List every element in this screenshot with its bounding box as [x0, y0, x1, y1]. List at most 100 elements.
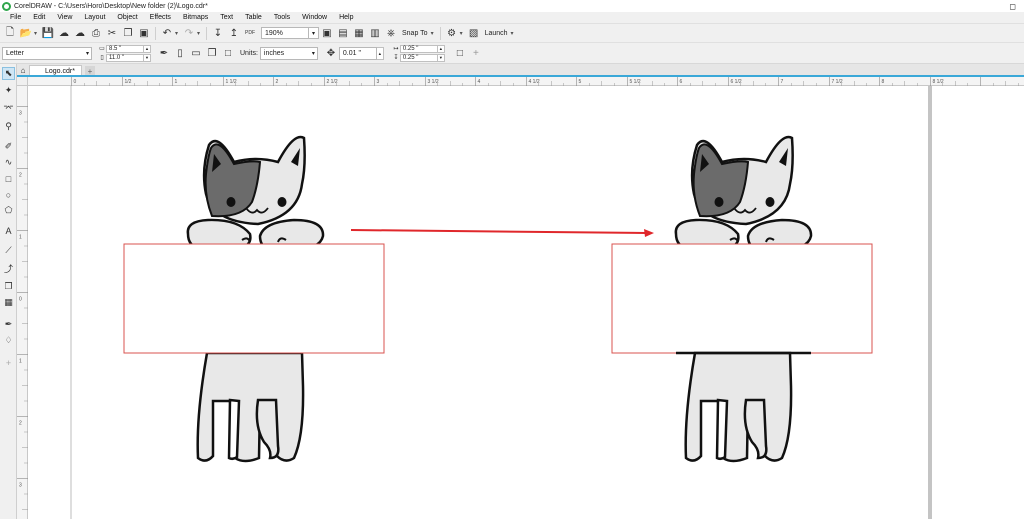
- launch-menu[interactable]: Launch: [485, 30, 508, 37]
- copy-icon[interactable]: ❐: [121, 26, 135, 40]
- cat-sign-frame-right[interactable]: [611, 243, 873, 354]
- crop-tool-icon[interactable]: ⌤: [2, 102, 15, 115]
- horizontal-ruler[interactable]: 0 1/2 1 1 1/2 2 2 1/2 3 3 1/2 4 4 1/2 5 5 1/2 6 6 1/2…: [28, 77, 1024, 86]
- pick-tool-icon[interactable]: ⬉: [2, 67, 15, 80]
- show-guidelines-icon[interactable]: ▥: [368, 26, 382, 40]
- zoom-tool-icon[interactable]: ⚲: [2, 120, 15, 133]
- cat-logo-right[interactable]: [611, 135, 873, 463]
- open-dropdown-icon[interactable]: ▾: [34, 30, 40, 37]
- freehand-tool-icon[interactable]: ✐: [2, 140, 15, 153]
- page-frame-icon[interactable]: □: [453, 46, 467, 60]
- import-icon[interactable]: ↧: [211, 26, 225, 40]
- page-width-input[interactable]: 8.5 ": [106, 44, 144, 53]
- pen-icon[interactable]: ✒: [157, 46, 171, 60]
- toolbar-divider: [206, 26, 207, 40]
- menu-effects[interactable]: Effects: [144, 14, 177, 21]
- connector-tool-icon[interactable]: ⤴: [2, 262, 15, 275]
- export-icon[interactable]: ↥: [227, 26, 241, 40]
- nudge-spinner[interactable]: ▲: [376, 46, 384, 60]
- redo-dropdown-icon[interactable]: ▾: [197, 30, 203, 37]
- zoom-level-input[interactable]: 190%: [261, 27, 309, 39]
- portrait-icon[interactable]: ▯: [173, 46, 187, 60]
- cut-icon[interactable]: ✂: [105, 26, 119, 40]
- drawing-canvas[interactable]: [28, 86, 1024, 519]
- menu-tools[interactable]: Tools: [268, 14, 296, 21]
- all-pages-icon[interactable]: ❐: [205, 46, 219, 60]
- account-icon[interactable]: ◻: [1009, 2, 1016, 11]
- snap-icon[interactable]: ⎈: [384, 26, 398, 40]
- transparency-icon[interactable]: ▦: [2, 296, 15, 309]
- duplicate-y-input[interactable]: 0.25 ": [399, 53, 438, 62]
- text-tool-icon[interactable]: A: [2, 224, 15, 237]
- page-size-select[interactable]: Letter ▾: [2, 46, 92, 60]
- width-spinner[interactable]: ▲: [144, 44, 151, 53]
- launch-dropdown-icon[interactable]: ▾: [511, 30, 517, 37]
- redo-icon[interactable]: ↷: [182, 26, 196, 40]
- dup-x-spinner[interactable]: ▲: [437, 44, 445, 53]
- artistic-media-icon[interactable]: ∿: [2, 156, 15, 169]
- gear-icon[interactable]: ⚙: [445, 26, 459, 40]
- undo-dropdown-icon[interactable]: ▾: [175, 30, 181, 37]
- width-icon: ▭: [99, 46, 105, 52]
- cat-logo-left[interactable]: [123, 135, 385, 463]
- cat-sign-frame-left[interactable]: [123, 243, 385, 354]
- dup-y-spinner[interactable]: ▼: [437, 53, 445, 62]
- menu-view[interactable]: View: [51, 14, 78, 21]
- units-select[interactable]: inches ▾: [259, 46, 318, 60]
- ruler-origin[interactable]: [17, 77, 28, 86]
- ruler-label: 5: [579, 79, 582, 85]
- add-tool-icon[interactable]: +: [2, 356, 15, 369]
- menu-layout[interactable]: Layout: [78, 14, 111, 21]
- ellipse-tool-icon[interactable]: ○: [2, 188, 15, 201]
- show-grid-icon[interactable]: ▦: [352, 26, 366, 40]
- snap-to-menu[interactable]: Snap To: [402, 30, 428, 37]
- full-screen-icon[interactable]: ▣: [320, 26, 334, 40]
- height-spinner[interactable]: ▼: [144, 53, 151, 62]
- menu-file[interactable]: File: [4, 14, 27, 21]
- polygon-tool-icon[interactable]: ⬠: [2, 204, 15, 217]
- ruler-label: 1/2: [125, 79, 132, 85]
- new-document-icon[interactable]: 🗋: [3, 26, 17, 40]
- menu-window[interactable]: Window: [296, 14, 333, 21]
- interactive-fill-icon[interactable]: ♢: [2, 334, 15, 347]
- toolbar-divider: [155, 26, 156, 40]
- ruler-label: 2 1/2: [327, 79, 338, 85]
- undo-icon[interactable]: ↶: [160, 26, 174, 40]
- nudge-distance-input[interactable]: 0.01 ": [338, 46, 377, 60]
- cloud-download-icon[interactable]: ☁: [73, 26, 87, 40]
- snap-dropdown-icon[interactable]: ▾: [431, 30, 437, 37]
- plus-icon[interactable]: +: [469, 46, 483, 60]
- menu-bitmaps[interactable]: Bitmaps: [177, 14, 214, 21]
- cloud-upload-icon[interactable]: ☁: [57, 26, 71, 40]
- page-height-input[interactable]: 11.0 ": [106, 53, 144, 62]
- menu-table[interactable]: Table: [239, 14, 268, 21]
- duplicate-x-input[interactable]: 0.25 ": [399, 44, 438, 53]
- shape-tool-icon[interactable]: ✦: [2, 84, 15, 97]
- open-icon[interactable]: 📂: [19, 26, 33, 40]
- landscape-icon[interactable]: ▭: [189, 46, 203, 60]
- drop-shadow-icon[interactable]: ❐: [2, 280, 15, 293]
- menu-help[interactable]: Help: [333, 14, 359, 21]
- menu-object[interactable]: Object: [111, 14, 143, 21]
- chevron-down-icon[interactable]: ▾: [309, 27, 319, 39]
- ruler-label: 8: [882, 79, 885, 85]
- vertical-ruler[interactable]: 3 2 1 0 1 2 3: [17, 86, 28, 519]
- current-page-icon[interactable]: □: [221, 46, 235, 60]
- menu-text[interactable]: Text: [214, 14, 239, 21]
- ruler-label: 3: [19, 111, 22, 117]
- transformation-arrow: [350, 229, 654, 237]
- show-rulers-icon[interactable]: ▤: [336, 26, 350, 40]
- save-icon[interactable]: 💾: [41, 26, 55, 40]
- toolbox: ⬉ ✦ ⌤ ⚲ ✐ ∿ □ ○ ⬠ A ⟋ ⤴ ❐ ▦ ✒ ♢ +: [0, 64, 17, 519]
- print-icon[interactable]: ⎙: [89, 26, 103, 40]
- parallel-dimension-icon[interactable]: ⟋: [2, 244, 15, 257]
- toolbar-divider: [439, 26, 441, 40]
- paste-icon[interactable]: ▣: [137, 26, 151, 40]
- menu-edit[interactable]: Edit: [27, 14, 51, 21]
- pdf-icon[interactable]: PDF: [243, 26, 257, 40]
- ruler-label: 2: [276, 79, 279, 85]
- options-dropdown-icon[interactable]: ▾: [460, 30, 466, 37]
- launch-icon[interactable]: ▧: [467, 26, 481, 40]
- rectangle-tool-icon[interactable]: □: [2, 172, 15, 185]
- eyedropper-icon[interactable]: ✒: [2, 318, 15, 331]
